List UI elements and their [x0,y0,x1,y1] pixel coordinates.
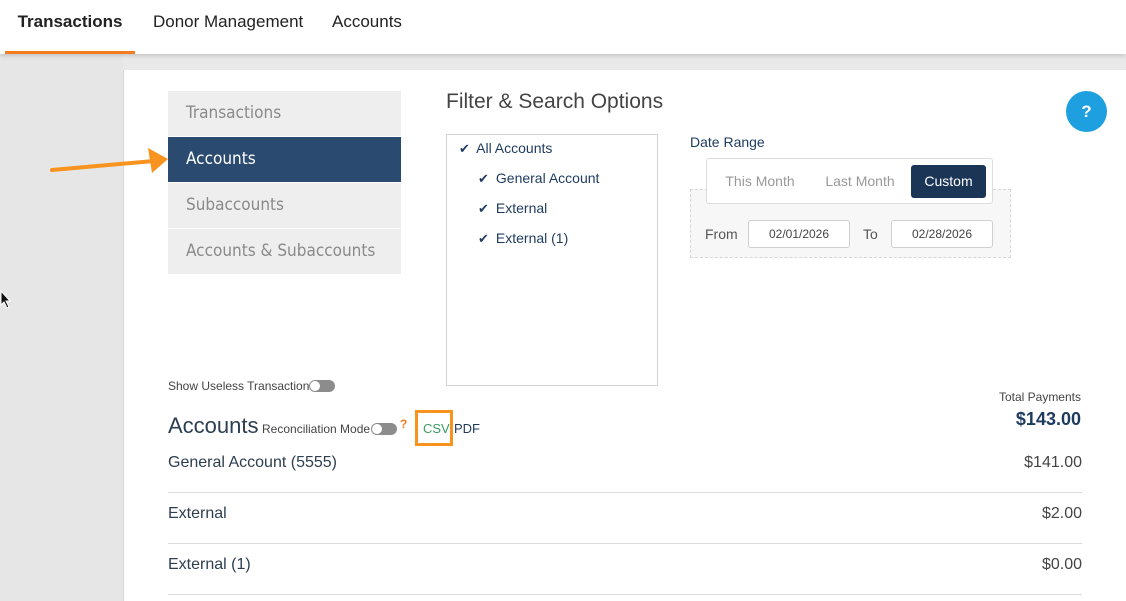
show-useless-label: Show Useless Transactions [168,379,316,393]
to-date-input[interactable] [891,220,993,248]
to-label: To [863,226,878,242]
from-date-input[interactable] [748,220,850,248]
account-name: External (1) [168,556,251,573]
date-range-selector: This Month Last Month Custom [706,158,993,204]
filter-title: Filter & Search Options [446,90,664,113]
mode-subaccounts[interactable]: Subaccounts [168,183,401,229]
help-button[interactable]: ? [1066,91,1107,132]
filter-external-1[interactable]: ✔ External (1) [478,230,568,247]
account-row[interactable]: General Account (5555) $141.00 [168,442,1082,493]
reconciliation-mode-toggle[interactable] [371,423,397,435]
csv-export-link[interactable]: CSV [423,421,450,436]
tab-donor-management[interactable]: Donor Management [153,0,303,54]
account-amount: $2.00 [1041,505,1082,522]
mode-accounts-and-subaccounts[interactable]: Accounts & Subaccounts [168,229,401,275]
mouse-cursor-icon [0,290,12,309]
account-amount: $141.00 [1024,454,1082,471]
total-payments-label: Total Payments [998,390,1081,404]
top-navigation: Transactions Donor Management Accounts [0,0,1126,54]
checkmark-icon: ✔ [459,141,470,156]
date-range-label: Date Range [690,134,765,150]
section-title: Accounts [168,413,259,438]
checkmark-icon: ✔ [478,231,489,246]
left-gutter [0,54,123,601]
total-payments-value: $143.00 [1015,409,1081,429]
reconciliation-mode-label: Reconciliation Mode [262,422,371,436]
filter-account-label: External [495,200,548,216]
checkmark-icon: ✔ [478,201,489,216]
tab-transactions[interactable]: Transactions [5,0,135,54]
reconciliation-help-icon[interactable]: ? [400,417,407,431]
pdf-export-link[interactable]: PDF [454,421,480,436]
account-name: General Account (5555) [168,454,337,471]
date-custom-button[interactable]: Custom [911,165,986,198]
account-row[interactable]: External (1) $0.00 [168,544,1082,595]
date-this-month-button[interactable]: This Month [713,165,807,198]
annotation-arrow-icon [50,148,168,173]
mode-transactions[interactable]: Transactions [168,91,401,137]
filter-external[interactable]: ✔ External [478,200,547,217]
account-row[interactable]: External $2.00 [168,493,1082,544]
filter-account-label: External (1) [495,230,569,246]
tab-accounts[interactable]: Accounts [332,0,402,54]
checkmark-icon: ✔ [478,171,489,186]
show-useless-toggle[interactable] [309,380,335,392]
view-mode-list: Transactions Accounts Subaccounts Accoun… [168,91,401,275]
filter-account-label: All Accounts [476,140,553,156]
date-last-month-button[interactable]: Last Month [813,165,907,198]
account-filter-list: ✔ All Accounts ✔ General Account ✔ Exter… [446,134,658,386]
account-amount: $0.00 [1041,556,1082,573]
filter-all-accounts[interactable]: ✔ All Accounts [459,140,552,157]
filter-account-label: General Account [495,170,600,186]
from-label: From [705,226,738,242]
account-name: External [168,505,227,522]
filter-general-account[interactable]: ✔ General Account [478,170,599,187]
mode-accounts[interactable]: Accounts [168,137,401,183]
